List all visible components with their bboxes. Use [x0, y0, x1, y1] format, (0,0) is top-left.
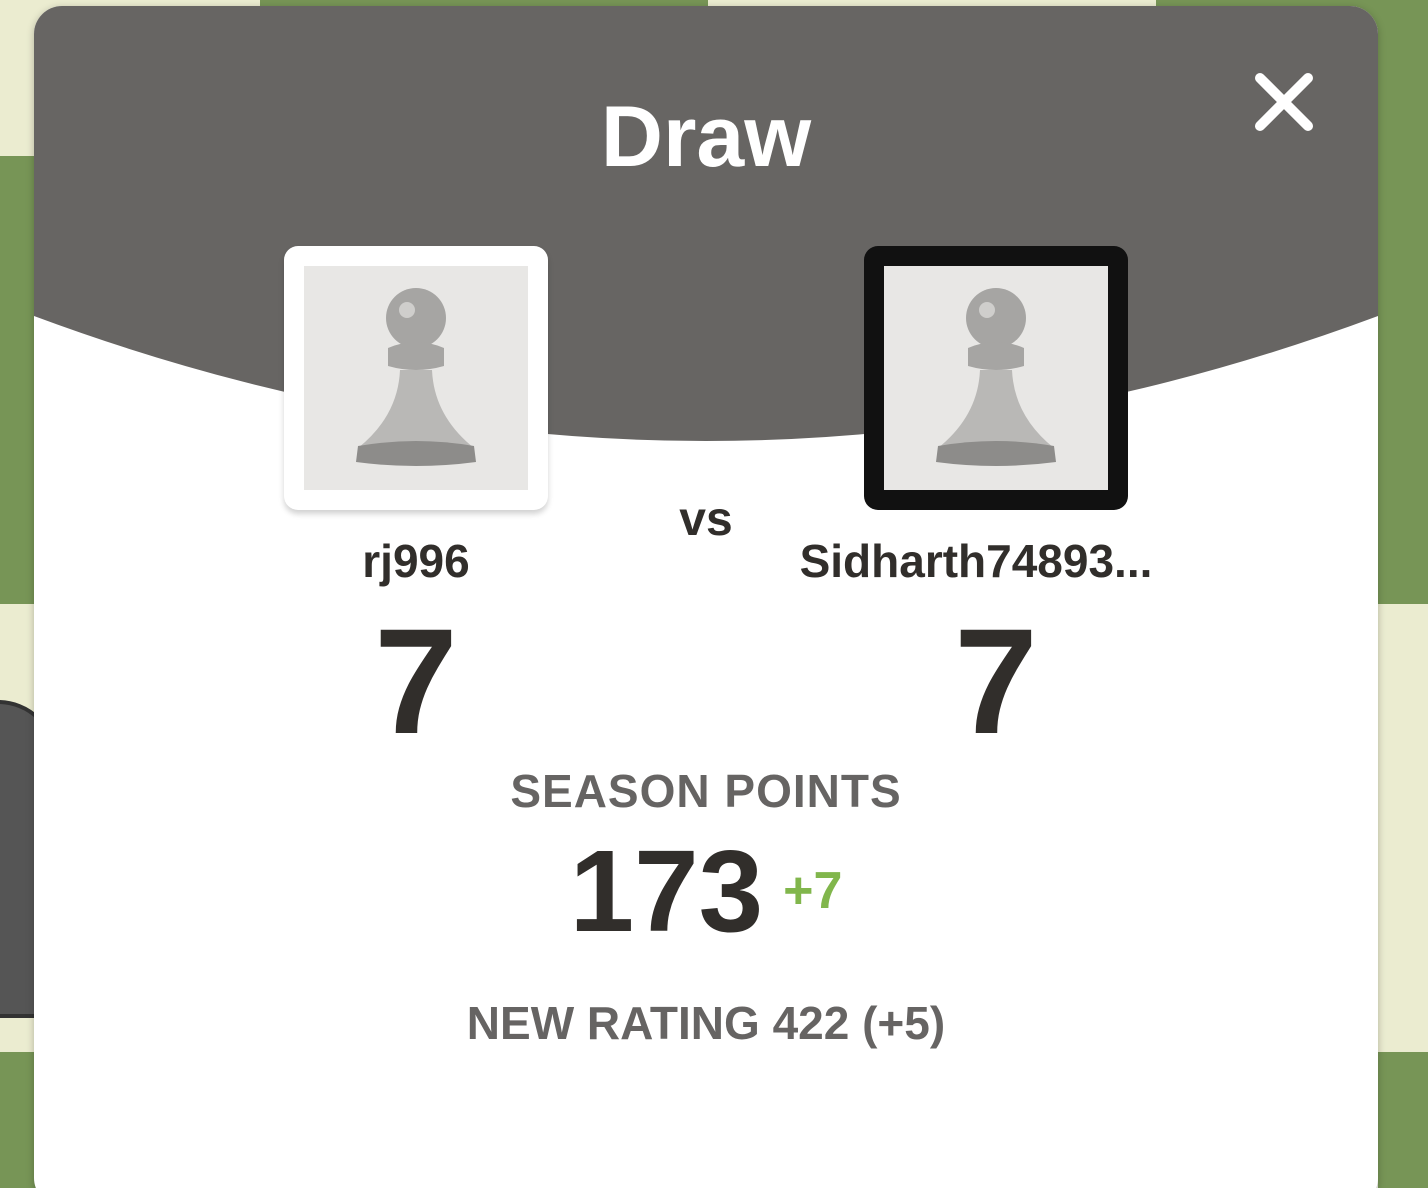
new-rating: NEW RATING 422 (+5) [466, 997, 946, 1049]
pawn-icon [356, 288, 476, 466]
board-square [1378, 1052, 1428, 1188]
game-over-modal: Draw vs rj996 Sidharth74893... 7 7 SEASO… [34, 6, 1378, 1188]
vs-label: vs [679, 493, 733, 546]
season-points-value: 173 [569, 826, 764, 956]
season-points-label: SEASON POINTS [510, 765, 902, 817]
black-player-name[interactable]: Sidharth74893... [746, 534, 1206, 588]
modal-header-background [34, 6, 1378, 441]
season-points-delta: +7 [783, 862, 843, 920]
result-title: Draw [600, 89, 812, 185]
board-square [1378, 604, 1428, 1052]
black-player-avatar[interactable] [864, 246, 1128, 510]
white-player-avatar[interactable] [284, 246, 548, 510]
board-square [1378, 156, 1428, 604]
season-points-row: 173 +7 [34, 824, 1378, 958]
white-player-name[interactable]: rj996 [266, 534, 566, 588]
pawn-icon [936, 288, 1056, 466]
close-button[interactable] [1250, 68, 1318, 136]
close-icon [1255, 73, 1313, 131]
game-background: Draw vs rj996 Sidharth74893... 7 7 SEASO… [0, 0, 1428, 1188]
black-player-score: 7 [954, 597, 1038, 765]
white-player-score: 7 [374, 597, 458, 765]
